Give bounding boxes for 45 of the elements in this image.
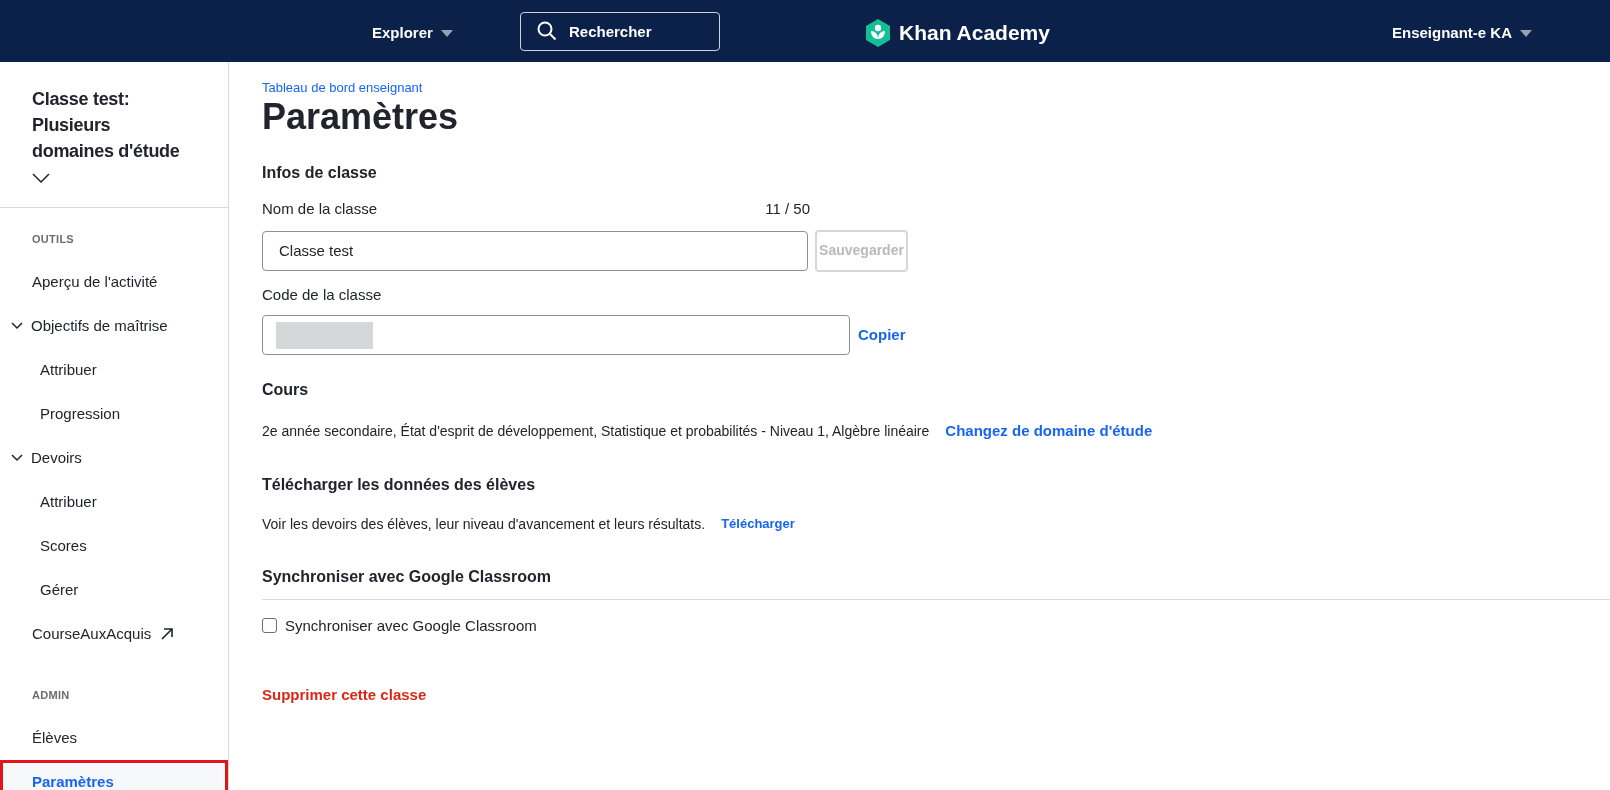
change-course-link[interactable]: Changez de domaine d'étude: [945, 420, 1153, 443]
checkbox-label: Synchroniser avec Google Classroom: [285, 615, 537, 636]
section-heading: Synchroniser avec Google Classroom: [262, 566, 551, 587]
course-list-text: 2e année secondaire, État d'esprit de développement, Statistique et probabilités - Niveau 1, Algèbre linéaire: [262, 421, 930, 441]
nav-link[interactable]: Progression: [0, 392, 228, 436]
chevron-down-icon: [11, 454, 23, 462]
character-count: 11 / 50: [765, 199, 810, 219]
copy-link[interactable]: Copier: [858, 323, 906, 347]
section-heading: Infos de classe: [262, 163, 377, 183]
section-heading: Télécharger les données des élèves: [262, 474, 536, 495]
nav-link[interactable]: Attribuer: [0, 348, 228, 392]
external-link-icon: [161, 628, 174, 640]
caret-icon: [1520, 29, 1532, 37]
section-label: ADMIN: [31, 687, 70, 703]
nav-link[interactable]: Aperçu de l'activité: [0, 260, 228, 304]
delete-class-link[interactable]: Supprimer cette classe: [262, 684, 427, 707]
logo-text[interactable]: Khan Academy: [899, 17, 1050, 49]
nav-link[interactable]: Attribuer: [0, 480, 228, 524]
caret-icon: [440, 29, 453, 37]
breadcrumb-link[interactable]: Tableau de bord enseignant: [262, 80, 423, 96]
page-title: Paramètres: [262, 96, 459, 138]
nav-link[interactable]: Scores: [0, 524, 228, 568]
download-description: Voir les devoirs des élèves, leur niveau d'avancement et leurs résultats.: [262, 514, 706, 534]
class-selector[interactable]: Classe test: Plusieurs domaines d'étude: [32, 86, 196, 190]
class-name-field[interactable]: Classe test: [262, 230, 808, 271]
section-heading: Cours: [262, 380, 309, 400]
download-link[interactable]: Télécharger: [721, 514, 795, 534]
explore-menu[interactable]: Explorer: [372, 22, 453, 45]
nav-link[interactable]: Élèves: [0, 716, 228, 760]
nav-group-toggle[interactable]: Devoirs: [0, 436, 228, 480]
search-icon: [537, 21, 557, 41]
field-label: Nom de la classe: [262, 199, 378, 219]
logo-icon: [865, 18, 891, 47]
field-label: Code de la classe: [262, 284, 382, 305]
account-menu[interactable]: Enseignant-e KA: [1392, 22, 1532, 45]
nav-link[interactable]: Paramètres: [0, 760, 228, 790]
chevron-down-icon: [32, 173, 50, 184]
chevron-down-icon: [11, 322, 23, 330]
search-field[interactable]: Rechercher: [520, 12, 720, 51]
section-label: OUTILS: [31, 231, 74, 247]
sync-checkbox[interactable]: [262, 618, 277, 634]
class-code-field[interactable]: [262, 315, 850, 355]
nav-link[interactable]: CourseAuxAcquis: [0, 612, 228, 656]
nav-group-toggle[interactable]: Objectifs de maîtrise: [0, 304, 228, 348]
nav-link[interactable]: Gérer: [0, 568, 228, 612]
